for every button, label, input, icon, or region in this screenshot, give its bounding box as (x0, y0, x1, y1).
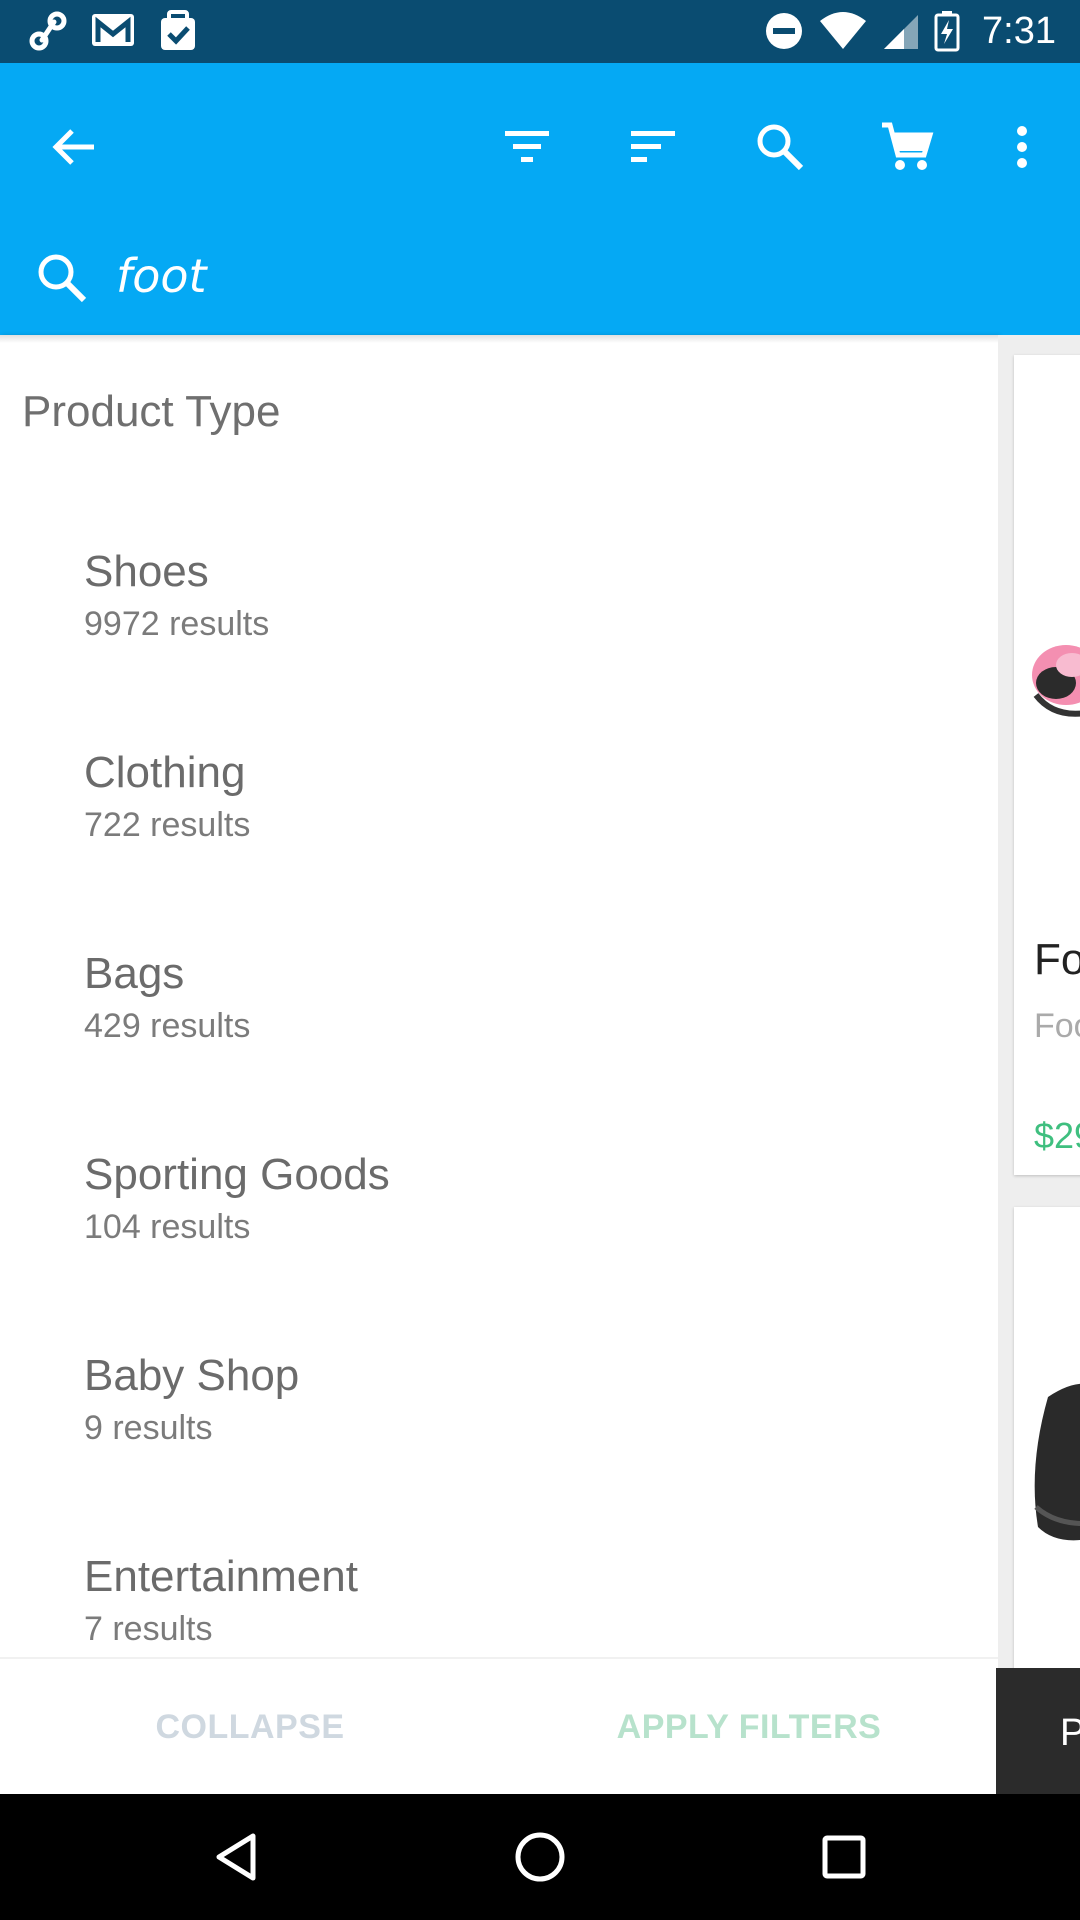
section-title: Product Type (22, 387, 281, 436)
cell-signal-icon (884, 15, 919, 49)
cart-icon[interactable] (867, 107, 947, 187)
filter-item-count: 722 results (84, 806, 251, 844)
filter-panel: Product Type Shoes 9972 results Clothing… (0, 335, 998, 1657)
filter-item-count: 9 results (84, 1409, 213, 1447)
calendar-check-icon (161, 10, 195, 50)
filter-item-count: 7 results (84, 1610, 213, 1648)
filter-item-count: 104 results (84, 1208, 251, 1246)
product-subtitle: Foo (1034, 1007, 1080, 1045)
filter-item-count: 429 results (84, 1007, 251, 1045)
filter-item-clothing[interactable]: Clothing 722 results (84, 746, 964, 926)
status-time: 7:31 (982, 10, 1056, 52)
filter-item-name: Clothing (84, 748, 246, 797)
search-query[interactable]: foot (116, 246, 207, 306)
sort-icon[interactable] (613, 107, 693, 187)
product-card[interactable]: Fo Foo $29 (1014, 355, 1080, 1175)
status-right-icons: 7:31 (764, 8, 1056, 54)
search-field-icon (38, 254, 87, 303)
product-price: $29 (1034, 1115, 1080, 1156)
status-bar: 7:31 (0, 0, 1080, 63)
product-title: Fo (1034, 935, 1080, 984)
collapse-button[interactable]: COLLAPSE (0, 1659, 500, 1796)
battery-charging-icon (934, 11, 960, 52)
more-vert-icon[interactable] (982, 107, 1062, 187)
filter-item-baby-shop[interactable]: Baby Shop 9 results (84, 1349, 964, 1529)
side-tab-label: P (1060, 1712, 1080, 1754)
filter-item-name: Sporting Goods (84, 1150, 390, 1199)
filter-item-entertainment[interactable]: Entertainment 7 results (84, 1550, 964, 1657)
product-image (1034, 1383, 1080, 1541)
app-bar: foot (0, 63, 1080, 335)
search-icon[interactable] (740, 107, 820, 187)
filter-item-name: Baby Shop (84, 1351, 300, 1400)
search-bar[interactable]: foot (0, 228, 1080, 328)
filter-item-name: Entertainment (84, 1552, 358, 1601)
gmail-icon (92, 14, 134, 46)
apply-filters-button[interactable]: APPLY FILTERS (500, 1659, 998, 1796)
filter-item-name: Bags (84, 949, 185, 998)
status-left-icons (28, 10, 198, 52)
back-arrow-icon[interactable] (34, 107, 114, 187)
filter-item-count: 9972 results (84, 605, 270, 643)
filter-item-shoes[interactable]: Shoes 9972 results (84, 545, 964, 725)
recents-square-icon[interactable] (804, 1822, 884, 1892)
home-circle-icon[interactable] (500, 1822, 580, 1892)
side-tab[interactable]: P (996, 1668, 1080, 1794)
filter-icon[interactable] (487, 107, 567, 187)
link-icon (29, 11, 67, 51)
filter-item-name: Shoes (84, 547, 209, 596)
results-list: Fo Foo $29 (998, 335, 1080, 1807)
product-image (1032, 645, 1080, 717)
system-nav-bar (0, 1794, 1080, 1920)
filter-item-sporting-goods[interactable]: Sporting Goods 104 results (84, 1148, 964, 1328)
wifi-icon (820, 12, 867, 49)
filter-panel-footer: COLLAPSE APPLY FILTERS (0, 1657, 998, 1794)
filter-item-bags[interactable]: Bags 429 results (84, 947, 964, 1127)
back-triangle-icon[interactable] (196, 1822, 276, 1892)
do-not-disturb-icon (766, 13, 803, 49)
